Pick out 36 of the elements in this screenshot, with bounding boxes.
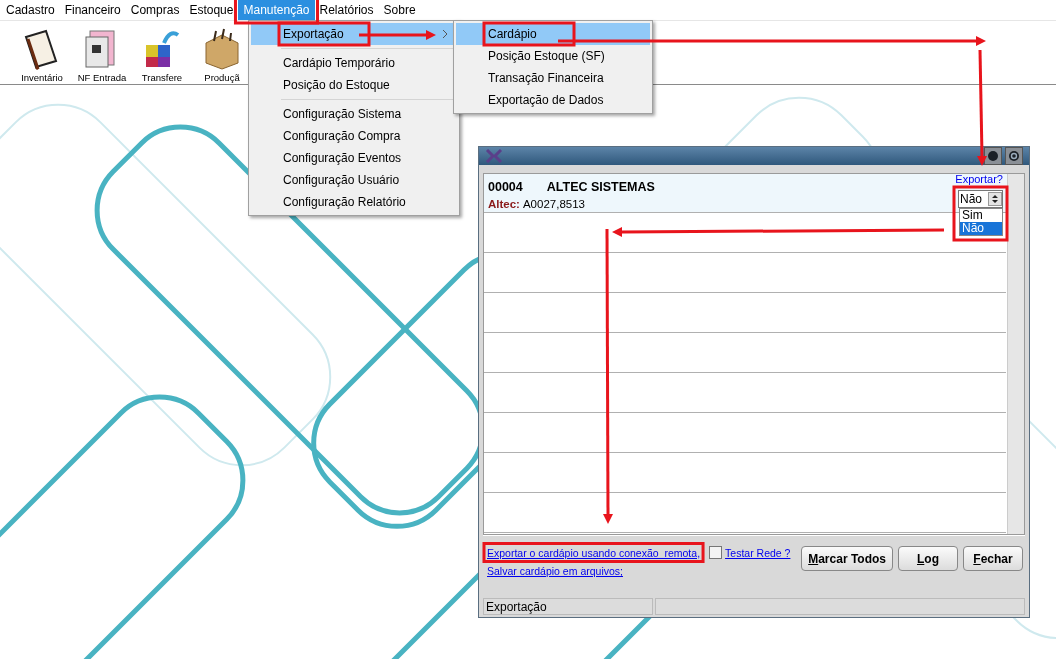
toolbar-button[interactable]: Transfere [141, 72, 183, 83]
link[interactable]: Testar Rede ? [725, 546, 791, 559]
menu-item[interactable]: Sobre [378, 0, 421, 20]
dropdown-option[interactable]: Sim [960, 209, 1002, 222]
menu-item[interactable]: Configuração Compra [251, 125, 457, 147]
link[interactable]: Salvar cardápio em arquivos; [487, 565, 623, 577]
item-code: 00004 [488, 179, 523, 194]
dropdown-option[interactable]: Não [960, 222, 1002, 235]
menu-item[interactable]: Compras [125, 0, 185, 20]
field-label: Altec: [488, 197, 520, 210]
dialog-button[interactable]: Log [898, 546, 958, 571]
export-select[interactable]: Não [958, 190, 1003, 208]
dialog-button[interactable]: Fechar [963, 546, 1023, 571]
link[interactable]: Exportar o cardápio usando conexão remota, [487, 546, 701, 559]
menu-item[interactable]: Configuração Sistema [251, 103, 457, 125]
export-label: Exportar? [955, 173, 1003, 185]
dialog-button[interactable]: Marcar Todos [801, 546, 893, 571]
menu-item[interactable]: Posição Estoque (SF) [456, 45, 650, 67]
toolbar-button[interactable]: Inventário [21, 72, 63, 83]
menu-item[interactable]: Posição do Estoque [251, 74, 457, 96]
menu-item[interactable]: Estoque [184, 0, 239, 20]
menu-item[interactable]: Cardápio [456, 23, 650, 45]
item-name: ALTEC SISTEMAS [546, 179, 655, 194]
menu-item[interactable]: Cadastro [1, 0, 60, 20]
status-text: Exportação [483, 598, 653, 615]
menu-item[interactable]: Configuração Relatório [251, 191, 457, 213]
menu-item[interactable]: Relatórios [314, 0, 379, 20]
menu-item[interactable]: Cardápio Temporário [251, 52, 457, 74]
field-value: A0027,8513 [522, 197, 585, 210]
menu-item[interactable]: Financeiro [59, 0, 126, 20]
toolbar-button[interactable]: NF Entrada [77, 72, 127, 83]
menu-item[interactable]: Transação Financeira [456, 67, 650, 89]
toolbar-button[interactable]: Produçã [204, 72, 240, 83]
menu-item[interactable]: Configuração Usuário [251, 169, 457, 191]
menu-item[interactable]: Exportação de Dados [456, 89, 650, 111]
menu-item[interactable]: Configuração Eventos [251, 147, 457, 169]
